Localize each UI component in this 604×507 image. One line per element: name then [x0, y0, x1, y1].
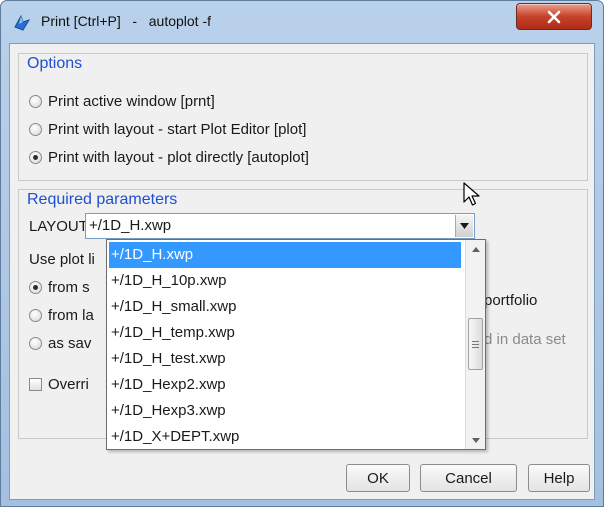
radio-from-screen[interactable]: from s: [29, 276, 90, 298]
print-dialog-window: Print [Ctrl+P] - autoplot -f Options Pri…: [0, 0, 604, 507]
app-logo-icon: [14, 14, 31, 31]
ok-button[interactable]: OK: [346, 464, 410, 492]
radio-print-layout-plot-editor[interactable]: Print with layout - start Plot Editor [p…: [29, 118, 306, 140]
mouse-pointer-icon: [463, 182, 480, 206]
radio-label: from s: [48, 278, 90, 296]
radio-label: Print with layout - start Plot Editor [p…: [48, 120, 307, 138]
radio-icon: [29, 308, 42, 322]
close-button[interactable]: [516, 3, 592, 30]
radio-label: Print with layout - plot directly [autop…: [48, 148, 309, 166]
help-button[interactable]: Help: [528, 464, 590, 492]
dialog-body: Options Print active window [prnt] Print…: [9, 43, 595, 500]
radio-icon: [29, 336, 42, 350]
list-item[interactable]: +/1D_H_test.xwp: [109, 346, 461, 372]
scroll-down-button[interactable]: [466, 431, 485, 449]
options-group: Options Print active window [prnt] Print…: [18, 53, 588, 181]
cancel-button[interactable]: Cancel: [420, 464, 517, 492]
override-checkbox[interactable]: Overri: [29, 373, 89, 395]
window-title: Print [Ctrl+P] - autoplot -f: [41, 13, 212, 29]
combobox-dropdown-button[interactable]: [455, 215, 473, 237]
scrollbar-thumb[interactable]: [468, 318, 483, 370]
radio-from-layout[interactable]: from la: [29, 304, 94, 326]
arrow-down-icon: [471, 437, 480, 443]
list-item[interactable]: +/1D_H.xwp: [109, 242, 461, 268]
use-plot-limits-label: Use plot li: [29, 251, 95, 268]
grip-icon: [472, 340, 479, 348]
chevron-down-icon: [460, 223, 469, 229]
list-item[interactable]: +/1D_X+DEPT.xwp: [109, 424, 461, 449]
stored-in-dataset-text: d in data set: [484, 331, 566, 348]
required-group-title: Required parameters: [27, 191, 178, 208]
layout-dropdown-list[interactable]: +/1D_H.xwp +/1D_H_10p.xwp +/1D_H_small.x…: [106, 239, 486, 450]
close-icon: [547, 10, 561, 23]
radio-as-saved[interactable]: as sav: [29, 332, 91, 354]
radio-checked-icon: [29, 280, 42, 294]
scroll-up-button[interactable]: [466, 240, 485, 258]
title-bar[interactable]: Print [Ctrl+P] - autoplot -f: [1, 1, 603, 43]
radio-label: from la: [48, 306, 94, 324]
arrow-up-icon: [471, 246, 480, 252]
dropdown-scrollbar[interactable]: [465, 240, 485, 449]
radio-checked-icon: [29, 150, 42, 164]
radio-icon: [29, 94, 42, 108]
layout-label: LAYOUT: [29, 218, 88, 235]
radio-label: as sav: [48, 334, 92, 352]
list-item[interactable]: +/1D_H_10p.xwp: [109, 268, 461, 294]
portfolio-text: portfolio: [484, 292, 538, 309]
checkbox-icon: [29, 377, 42, 391]
list-item[interactable]: +/1D_H_temp.xwp: [109, 320, 461, 346]
list-item[interactable]: +/1D_Hexp3.xwp: [109, 398, 461, 424]
radio-print-active-window[interactable]: Print active window [prnt]: [29, 90, 215, 112]
list-item[interactable]: +/1D_Hexp2.xwp: [109, 372, 461, 398]
layout-combobox[interactable]: +/1D_H.xwp: [85, 213, 475, 239]
layout-combobox-value: +/1D_H.xwp: [89, 217, 172, 234]
options-group-title: Options: [27, 55, 83, 72]
radio-icon: [29, 122, 42, 136]
radio-print-layout-autoplot[interactable]: Print with layout - plot directly [autop…: [29, 146, 309, 168]
list-item[interactable]: +/1D_H_small.xwp: [109, 294, 461, 320]
radio-label: Print active window [prnt]: [48, 92, 215, 110]
checkbox-label: Overri: [48, 375, 89, 393]
